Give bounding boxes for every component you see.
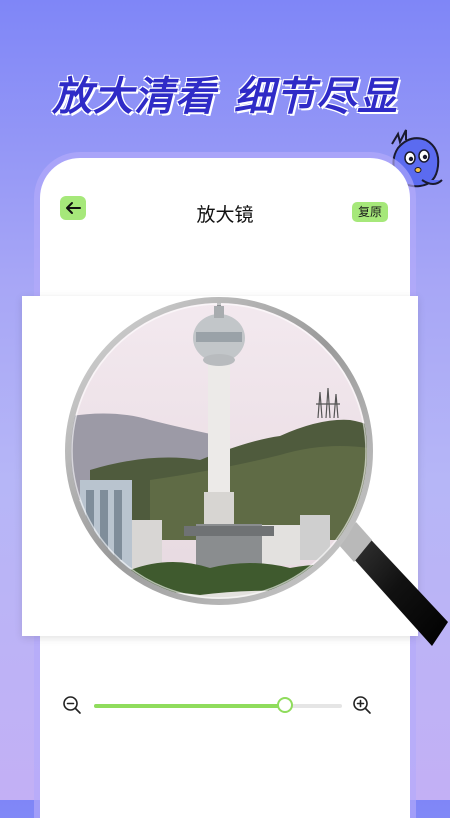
- zoom-slider-thumb[interactable]: [276, 697, 293, 713]
- headline-left: 放大清看: [52, 74, 216, 120]
- zoom-slider-fill: [94, 704, 285, 708]
- zoom-control: [62, 692, 382, 718]
- zoom-slider[interactable]: [94, 697, 342, 713]
- promo-headline: 放大清看 细节尽显: [0, 64, 450, 122]
- headline-right: 细节尽显: [234, 74, 398, 120]
- photo-card: [22, 296, 418, 636]
- restore-button[interactable]: 复原: [351, 202, 388, 222]
- zoom-in-icon[interactable]: [352, 695, 372, 715]
- zoom-out-icon[interactable]: [62, 695, 82, 715]
